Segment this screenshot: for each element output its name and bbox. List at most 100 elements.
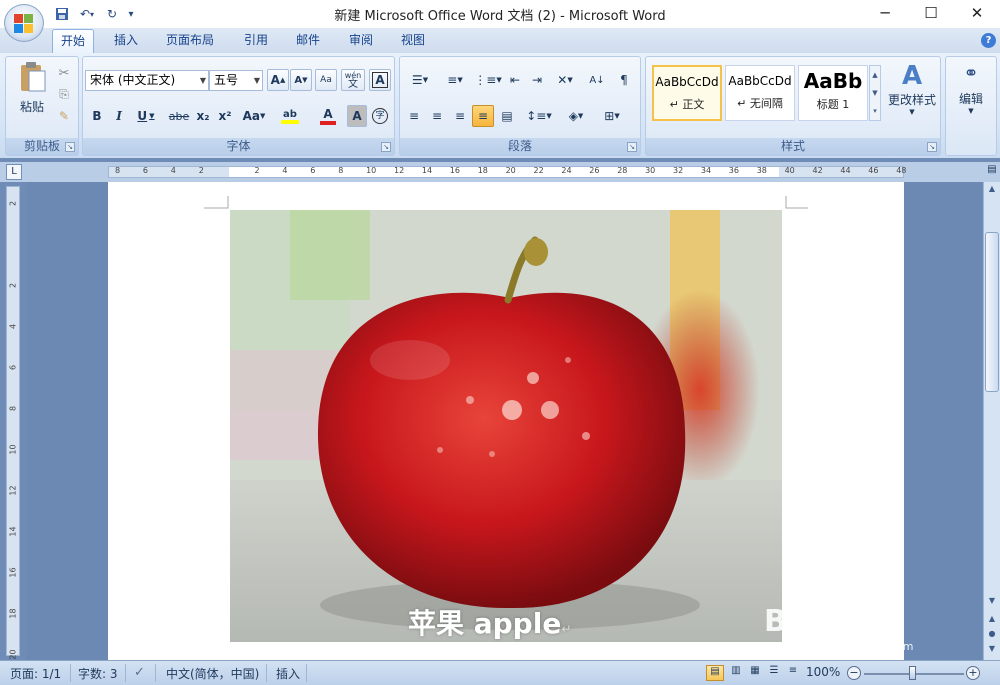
ruler-tick-label: 16 bbox=[449, 166, 460, 175]
word-count[interactable]: 字数: 3 bbox=[78, 665, 118, 682]
font-name-select[interactable]: 宋体 (中文正文) ▼ bbox=[85, 70, 209, 91]
ruler-tick-label: 4 bbox=[170, 166, 176, 175]
char-border-button[interactable]: A bbox=[369, 69, 391, 91]
ruler-tick-label: 20 bbox=[8, 649, 18, 660]
font-color-button[interactable]: A bbox=[311, 105, 345, 127]
language-indicator[interactable]: 中文(简体，中国) bbox=[166, 665, 259, 682]
superscript-button[interactable]: x² bbox=[215, 105, 235, 127]
format-painter-icon[interactable]: ✎ bbox=[56, 105, 72, 127]
bullets-button[interactable]: ☰ ▼ bbox=[403, 69, 437, 91]
clipboard-launcher-icon[interactable]: ↘ bbox=[65, 142, 75, 152]
styles-scroll[interactable]: ▲ ▼ ▾ bbox=[869, 65, 881, 121]
align-right-icon[interactable]: ≡ bbox=[449, 105, 471, 127]
draft-icon[interactable]: ≡ bbox=[784, 665, 802, 681]
align-center-icon[interactable]: ≡ bbox=[426, 105, 448, 127]
underline-button[interactable]: U ▼ bbox=[133, 105, 159, 127]
enclose-char-icon: 字 bbox=[372, 108, 388, 124]
font-group-label: 字体 bbox=[83, 138, 394, 155]
tab-insert[interactable]: 插入 bbox=[106, 29, 146, 53]
tab-mailings[interactable]: 邮件 bbox=[288, 29, 328, 53]
zoom-in-icon[interactable]: + bbox=[966, 666, 980, 680]
decrease-indent-icon[interactable]: ⇤ bbox=[505, 69, 525, 91]
maximize-button[interactable]: ☐ bbox=[908, 0, 954, 26]
sort-icon[interactable]: A↓ bbox=[586, 69, 608, 91]
copy-icon[interactable]: ⎘ bbox=[56, 83, 72, 105]
numbering-button[interactable]: ≡ ▼ bbox=[438, 69, 472, 91]
font-launcher-icon[interactable]: ↘ bbox=[381, 142, 391, 152]
change-styles-button[interactable]: A 更改样式 ▼ bbox=[886, 61, 938, 127]
strikethrough-button[interactable]: abe bbox=[167, 105, 191, 127]
select-browse-object-icon[interactable]: ● bbox=[985, 629, 999, 638]
tab-page-layout[interactable]: 页面布局 bbox=[158, 29, 222, 53]
paragraph-launcher-icon[interactable]: ↘ bbox=[627, 142, 637, 152]
clear-format-button[interactable]: Aa bbox=[315, 69, 337, 91]
tab-home[interactable]: 开始 bbox=[52, 29, 95, 53]
tab-review[interactable]: 审阅 bbox=[341, 29, 381, 53]
web-layout-icon[interactable]: ▦ bbox=[746, 665, 764, 681]
vertical-scrollbar[interactable]: ▤ ▲ ▼ ▲ ● ▼ bbox=[983, 164, 1000, 660]
ruler-tick-label: 2 bbox=[8, 200, 18, 207]
styles-launcher-icon[interactable]: ↘ bbox=[927, 142, 937, 152]
scroll-down-icon[interactable]: ▼ bbox=[985, 596, 999, 605]
char-shading-button[interactable]: A bbox=[347, 105, 367, 127]
phonetic-guide-button[interactable]: wén 文 bbox=[341, 69, 365, 91]
full-screen-reading-icon[interactable]: ▥ bbox=[727, 665, 745, 681]
page-indicator[interactable]: 页面: 1/1 bbox=[10, 665, 61, 682]
underline-icon: U bbox=[137, 109, 148, 123]
show-marks-icon[interactable]: ¶ bbox=[613, 69, 635, 91]
scroll-thumb[interactable] bbox=[985, 232, 999, 392]
proofing-icon[interactable]: ✓ bbox=[134, 665, 145, 680]
distributed-icon[interactable]: ▤ bbox=[496, 105, 518, 127]
ruler-tick-label: 6 bbox=[8, 364, 18, 371]
grow-font-button[interactable]: A ▲ bbox=[267, 69, 289, 91]
justify-button[interactable]: ≡ bbox=[472, 105, 494, 127]
font-size-select[interactable]: 五号 ▼ bbox=[209, 70, 263, 91]
next-page-icon[interactable]: ▼ bbox=[985, 644, 999, 653]
office-button[interactable] bbox=[4, 4, 44, 42]
style-heading-1[interactable]: AaBb 标题 1 bbox=[798, 65, 868, 121]
close-button[interactable]: ✕ bbox=[954, 0, 1000, 26]
paste-button[interactable]: 粘贴 bbox=[14, 61, 50, 119]
vertical-ruler[interactable]: 2 2 4 6 8 10 12 14 16 18 20 bbox=[6, 186, 20, 660]
view-ruler-icon[interactable]: ▤ bbox=[985, 164, 999, 180]
borders-button[interactable]: ⊞ ▼ bbox=[596, 105, 628, 127]
editing-button[interactable]: ⚭ 编辑 ▼ bbox=[946, 63, 996, 115]
tab-selector-button[interactable]: L bbox=[6, 164, 22, 180]
minimize-button[interactable]: ─ bbox=[862, 0, 908, 26]
cut-icon[interactable]: ✂ bbox=[56, 62, 72, 84]
shading-button[interactable]: ◈ ▼ bbox=[560, 105, 592, 127]
image-caption[interactable]: 苹果 apple↵ bbox=[408, 602, 571, 642]
scroll-up-icon[interactable]: ▲ bbox=[985, 184, 999, 198]
style-no-spacing[interactable]: AaBbCcDd ↵ 无间隔 bbox=[725, 65, 795, 121]
print-layout-icon[interactable]: ▤ bbox=[706, 665, 724, 681]
previous-page-icon[interactable]: ▲ bbox=[985, 614, 999, 623]
chinese-layout-button[interactable]: ✕ ▼ bbox=[550, 69, 580, 91]
zoom-out-icon[interactable]: − bbox=[847, 666, 861, 680]
ruler-tick-label: 14 bbox=[421, 166, 433, 175]
tab-view[interactable]: 视图 bbox=[393, 29, 433, 53]
italic-button[interactable]: I bbox=[110, 105, 128, 127]
change-case-button[interactable]: Aa ▼ bbox=[239, 105, 269, 127]
zoom-level[interactable]: 100% bbox=[806, 665, 840, 679]
baidu-watermark: Bai 经验 bbox=[764, 604, 894, 639]
insert-mode[interactable]: 插入 bbox=[276, 665, 300, 682]
ruler-tick-label: 36 bbox=[728, 166, 739, 175]
style-sample: AaBb bbox=[803, 69, 863, 93]
apple-photo[interactable]: 苹果 apple↵ bbox=[230, 210, 782, 642]
enclose-char-button[interactable]: 字 bbox=[370, 105, 390, 127]
highlight-button[interactable]: ab bbox=[273, 105, 307, 127]
increase-indent-icon[interactable]: ⇥ bbox=[527, 69, 547, 91]
multilevel-list-button[interactable]: ⋮≡ ▼ bbox=[473, 69, 503, 91]
align-left-icon[interactable]: ≡ bbox=[403, 105, 425, 127]
tab-references[interactable]: 引用 bbox=[236, 29, 276, 53]
horizontal-ruler[interactable]: 8 6 4 2 2 4 6 8 10 12 14 16 18 20 22 24 26 28 30 32 34 36 38 40… bbox=[108, 166, 906, 178]
outline-icon[interactable]: ☰ bbox=[765, 665, 783, 681]
bold-button[interactable]: B bbox=[88, 105, 106, 127]
shrink-font-button[interactable]: A ▼ bbox=[290, 69, 312, 91]
highlight-icon: ab bbox=[283, 108, 297, 120]
subscript-button[interactable]: x₂ bbox=[193, 105, 213, 127]
line-spacing-button[interactable]: ↕≡ ▼ bbox=[524, 105, 554, 127]
style-normal[interactable]: AaBbCcDd ↵ 正文 bbox=[652, 65, 722, 121]
zoom-slider-thumb[interactable] bbox=[909, 666, 916, 680]
help-icon[interactable]: ? bbox=[981, 33, 996, 48]
